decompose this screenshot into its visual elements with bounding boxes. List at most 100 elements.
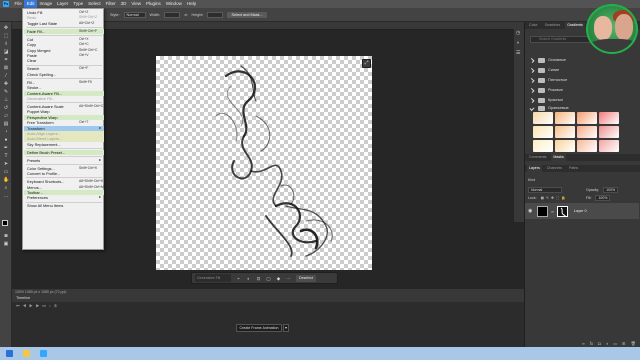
stamp-tool-icon[interactable]: ⊥ (3, 98, 9, 103)
gradient-swatch[interactable] (555, 126, 575, 138)
gradient-swatch[interactable] (577, 140, 597, 152)
gradient-swatch[interactable] (533, 126, 553, 138)
edit-menu-item[interactable]: Toggle Last State Alt+Ctrl+Z (24, 21, 104, 26)
fill-icon[interactable]: ◆ (276, 276, 281, 281)
gradient-swatch[interactable] (599, 126, 619, 138)
tab-paths[interactable]: Paths (567, 165, 580, 172)
gradient-swatch[interactable] (599, 140, 619, 152)
blur-tool-icon[interactable]: ◔ (3, 130, 9, 135)
eye-icon[interactable]: ◉ (528, 208, 534, 214)
link-layers-icon[interactable]: ∞ (582, 340, 585, 347)
edit-menu-item[interactable]: Define Brush Preset... (24, 149, 104, 156)
swap-icon[interactable]: ⇄ (184, 12, 187, 17)
path-select-icon[interactable]: ➤ (3, 162, 9, 167)
dodge-tool-icon[interactable]: ● (3, 138, 9, 143)
gradient-swatch[interactable] (599, 112, 619, 124)
new-layer-icon[interactable]: ⊞ (622, 340, 626, 347)
gradient-folder[interactable]: Розовые (529, 86, 620, 94)
eyedropper-tool-icon[interactable]: ⁄ (3, 74, 9, 79)
tab-layers[interactable]: Layers (527, 165, 542, 172)
gradient-swatch[interactable] (533, 140, 553, 152)
object-select-tool-icon[interactable]: ◪ (3, 50, 9, 55)
gradient-folder[interactable]: Синие (529, 66, 620, 74)
frame-tool-icon[interactable]: ⊠ (3, 66, 9, 71)
width-field[interactable] (164, 11, 181, 18)
opacity-field[interactable]: 100% (603, 186, 619, 193)
gradient-folder[interactable]: Оранжевые (529, 104, 620, 112)
menu-window[interactable]: Window (163, 0, 184, 8)
select-and-mask-button[interactable]: Select and Mask... (227, 11, 267, 18)
gradient-swatch[interactable] (555, 140, 575, 152)
create-frame-animation-button[interactable]: Create Frame Animation (236, 324, 282, 332)
transform-icon[interactable]: ⌁ (236, 276, 241, 281)
kind-filter[interactable]: Kind (528, 178, 535, 182)
style-select[interactable]: Normal (123, 11, 146, 18)
deselect-button[interactable]: Deselect (296, 274, 316, 282)
trash-icon[interactable]: 🗑 (631, 340, 636, 347)
gradient-folder[interactable]: Красные (529, 96, 620, 104)
edit-menu-item[interactable]: Fade Fill... Shift+Ctrl+F (24, 28, 104, 35)
gradient-swatch[interactable] (577, 112, 597, 124)
link-icon[interactable]: ∞ (551, 209, 554, 214)
screen-mode-icon[interactable]: ▣ (3, 242, 9, 247)
expand-canvas-icon[interactable]: ⤢ (362, 59, 371, 68)
edit-menu-item[interactable]: Convert to Profile... (24, 171, 104, 176)
layer-row[interactable]: ◉ ∞ Layer 0 (525, 203, 639, 219)
edit-menu-item[interactable]: Preferences ▸ (24, 195, 104, 200)
zoom-tool-icon[interactable]: ⌕ (3, 186, 9, 191)
gradient-folder[interactable]: Основные (529, 56, 620, 64)
explorer-icon[interactable] (23, 350, 30, 357)
adjustments-icon[interactable]: ◑ (516, 40, 519, 46)
type-tool-icon[interactable]: T (3, 154, 9, 159)
start-icon[interactable] (6, 350, 13, 357)
menu-edit[interactable]: Edit (24, 0, 38, 8)
menu-select[interactable]: Select (86, 0, 104, 8)
fx-icon[interactable]: fx (590, 340, 593, 347)
menu-help[interactable]: Help (184, 0, 198, 8)
menu-layer[interactable]: Layer (55, 0, 71, 8)
menu-file[interactable]: File (12, 0, 24, 8)
edit-menu-item[interactable]: Generative Fill... (24, 96, 104, 101)
more-tools-icon[interactable]: … (3, 194, 9, 199)
mask-thumbnail[interactable] (557, 205, 568, 217)
menu-image[interactable]: Image (37, 0, 55, 8)
menu-type[interactable]: Type (71, 0, 86, 8)
tab-swatches[interactable]: Swatches (543, 22, 563, 29)
select-subject-icon[interactable]: ⊡ (256, 276, 261, 281)
gradient-swatch[interactable] (533, 112, 553, 124)
new-group-icon[interactable]: ▭ (613, 340, 617, 347)
tab-masks[interactable]: Masks (551, 154, 566, 161)
tab-comments[interactable]: Comments (527, 154, 548, 161)
tab-gradients[interactable]: Gradients (565, 22, 585, 29)
gradient-swatch[interactable] (577, 126, 597, 138)
more-options-icon[interactable]: ⋯ (286, 276, 291, 281)
adjustment-layer-icon[interactable]: ◑ (606, 340, 609, 347)
photoshop-taskbar-icon[interactable] (40, 350, 47, 357)
gradient-folder[interactable]: Пятнистые (529, 76, 620, 84)
lasso-tool-icon[interactable]: ℓ (3, 42, 9, 47)
mask-icon[interactable]: ◐ (246, 276, 251, 281)
image-canvas[interactable] (156, 56, 372, 270)
marquee-tool-icon[interactable]: ⬚ (3, 34, 9, 39)
frame-icon[interactable]: ▢ (266, 276, 271, 281)
foreground-color-swatch[interactable] (2, 220, 8, 226)
healing-tool-icon[interactable]: ✚ (3, 82, 9, 87)
edit-menu-item[interactable]: Clear (24, 58, 104, 63)
hand-tool-icon[interactable]: ✋ (3, 178, 9, 183)
edit-menu-item[interactable]: Presets ▸ (24, 158, 104, 163)
menu-3d[interactable]: 3D (118, 0, 129, 8)
pen-tool-icon[interactable]: ✒ (3, 146, 9, 151)
gradient-swatch[interactable] (555, 112, 575, 124)
fill-field[interactable]: 100% (595, 194, 611, 201)
edit-menu-item[interactable]: Show All Menu Items (24, 203, 104, 208)
edit-menu-item[interactable]: Check Spelling... (24, 72, 104, 77)
tab-color[interactable]: Color (527, 22, 540, 29)
eraser-tool-icon[interactable]: ▱ (3, 114, 9, 119)
tab-channels[interactable]: Channels (545, 165, 564, 172)
history-brush-icon[interactable]: ↺ (3, 106, 9, 111)
brush-tool-icon[interactable]: ✎ (3, 90, 9, 95)
gradient-tool-icon[interactable]: ▤ (3, 122, 9, 127)
crop-tool-icon[interactable]: ⌗ (3, 58, 9, 63)
height-field[interactable] (207, 11, 224, 18)
edit-menu-item[interactable]: Sky Replacement... (24, 142, 104, 147)
